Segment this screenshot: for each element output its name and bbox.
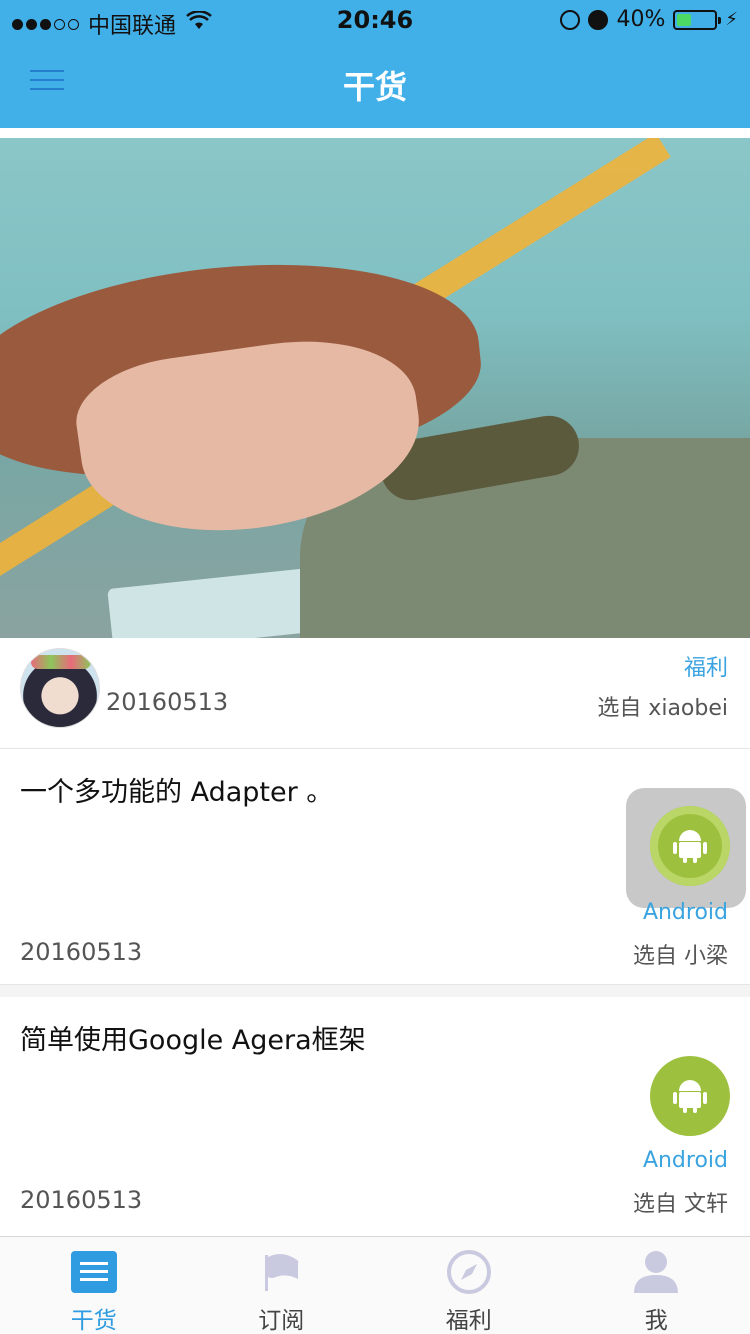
page-title: 干货: [342, 68, 407, 106]
battery-percent: 40%: [616, 7, 666, 32]
post-title: 一个多功能的 Adapter 。: [20, 777, 334, 808]
tab-label: 福利: [445, 1308, 492, 1334]
post-author: 选自 xiaobei: [597, 696, 728, 721]
hero-image[interactable]: [0, 138, 750, 638]
battery-icon: [673, 9, 722, 30]
charging-icon: ⚡: [725, 9, 738, 30]
hero-block: [107, 567, 323, 638]
post-title: 简单使用Google Agera框架: [20, 1025, 366, 1056]
nav-bar: 干货: [0, 40, 750, 128]
orientation-lock-icon: [560, 9, 581, 30]
post-date: 20160513: [20, 1186, 143, 1214]
post-category[interactable]: Android: [643, 1148, 728, 1173]
post-category[interactable]: 福利: [684, 650, 728, 682]
alarm-icon: [588, 9, 609, 30]
tab-bar: 干货 订阅 福利 我: [0, 1236, 750, 1334]
list-item[interactable]: 一个多功能的 Adapter 。 Android 20160513 选自 小梁: [0, 750, 750, 982]
post-date: 20160513: [106, 688, 229, 716]
tab-subscribe[interactable]: 订阅: [188, 1237, 376, 1334]
post-date: 20160513: [20, 938, 143, 966]
section-gap: [0, 985, 750, 997]
status-bar: 中国联通 20:46 40% ⚡: [0, 0, 750, 40]
person-icon: [631, 1249, 681, 1295]
android-icon: [650, 1056, 730, 1136]
tab-label: 订阅: [258, 1308, 305, 1334]
post-author: 选自 文轩: [633, 1192, 728, 1217]
status-right: 40% ⚡: [560, 7, 738, 32]
tab-label: 我: [644, 1308, 668, 1334]
battery-fill: [677, 13, 692, 26]
avatar-decoration: [31, 655, 91, 669]
avatar[interactable]: [20, 648, 100, 728]
post-category[interactable]: Android: [643, 900, 728, 925]
flag-icon: [256, 1249, 306, 1295]
tab-me[interactable]: 我: [563, 1237, 750, 1334]
tab-ganhuo[interactable]: 干货: [0, 1237, 188, 1334]
android-icon: [650, 806, 730, 886]
compass-icon: [444, 1249, 494, 1295]
divider: [0, 748, 750, 749]
tab-label: 干货: [70, 1308, 117, 1334]
top-bar: 中国联通 20:46 40% ⚡ 干货: [0, 0, 750, 128]
tab-fuli[interactable]: 福利: [375, 1237, 563, 1334]
list-item[interactable]: 简单使用Google Agera框架 Android 20160513 选自 文…: [0, 998, 750, 1234]
hero-post-meta[interactable]: 20160513 福利 选自 xiaobei: [0, 638, 750, 746]
post-author: 选自 小梁: [633, 944, 728, 969]
list-icon: [69, 1249, 119, 1295]
